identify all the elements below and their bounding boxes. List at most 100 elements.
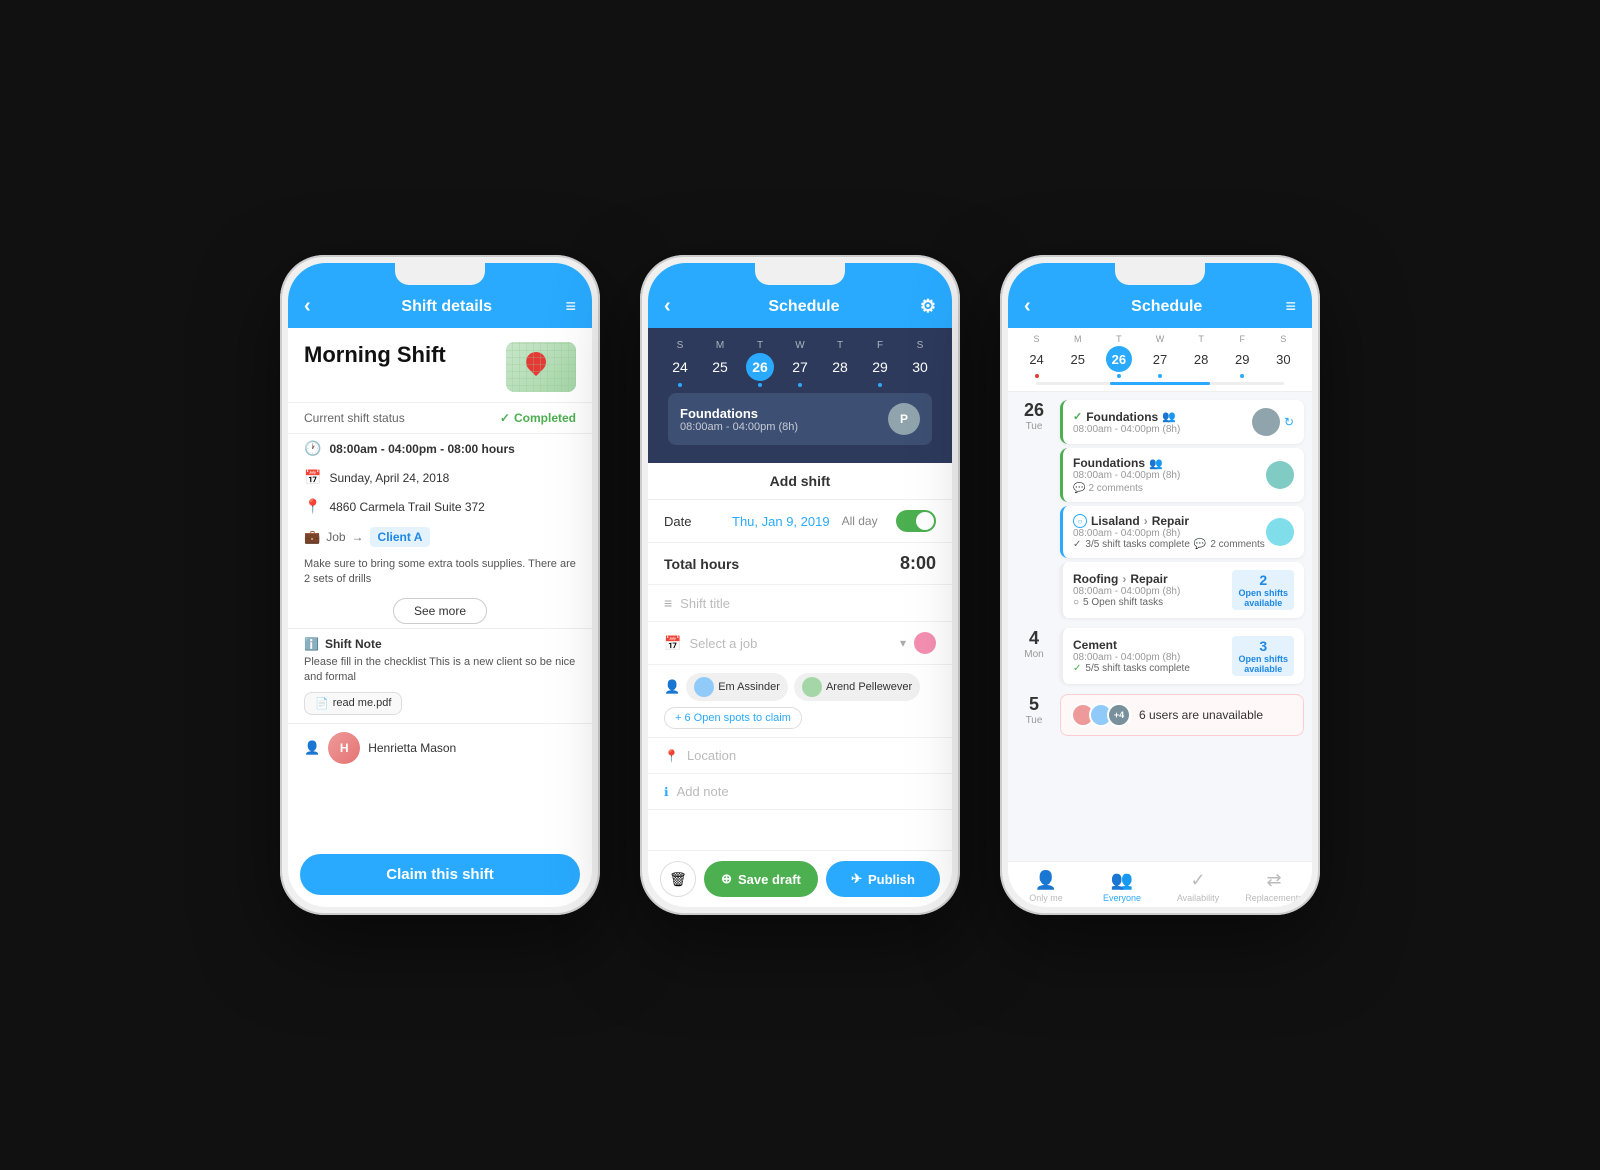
cal-day-5: F 29	[866, 340, 894, 387]
shift-time-roofing: 08:00am - 04:00pm (8h)	[1073, 586, 1232, 597]
dot-f	[1240, 374, 1244, 378]
info-circle-icon: ℹ️	[304, 637, 319, 651]
shift-time-1: 08:00am - 04:00pm (8h)	[1073, 424, 1252, 435]
shift-card-foundations-1[interactable]: ✓ Foundations 👥 08:00am - 04:00pm (8h) ↻	[1060, 400, 1304, 444]
comment-icon-2: 💬	[1194, 539, 1206, 550]
form-header: Add shift	[648, 463, 952, 500]
unavail-text: 6 users are unavailable	[1139, 708, 1263, 722]
open-shifts-badge-cement: 3 Open shiftsavailable	[1232, 636, 1294, 676]
shift-avatar-1	[1252, 408, 1280, 436]
job-client-tag[interactable]: Client A	[370, 527, 431, 547]
refresh-icon[interactable]: ↻	[1284, 415, 1294, 429]
menu-button-shift[interactable]: ≡	[565, 296, 576, 317]
claim-shift-button[interactable]: Claim this shift	[300, 854, 580, 895]
dot-2	[758, 383, 762, 387]
briefcase-icon: 💼	[304, 529, 320, 545]
sched-day-f: F 29	[1229, 334, 1255, 378]
sched-day-m: M 25	[1065, 334, 1091, 378]
date-group-4: 4 Mon Cement 08:00am - 04:00pm (8h) ✓ 5/…	[1016, 628, 1304, 684]
date-row[interactable]: Date Thu, Jan 9, 2019 All day	[648, 500, 952, 543]
time-info-row: 🕐 08:00am - 04:00pm - 08:00 hours	[288, 434, 592, 463]
back-button[interactable]: ‹	[304, 295, 328, 318]
scroll-indicator	[1036, 382, 1284, 385]
shift-card-cement[interactable]: Cement 08:00am - 04:00pm (8h) ✓ 5/5 shif…	[1060, 628, 1304, 684]
assignee-avatar-2	[802, 677, 822, 697]
unavailable-card: +4 6 users are unavailable	[1060, 694, 1304, 736]
status-label: Current shift status	[304, 411, 405, 425]
back-button-3[interactable]: ‹	[1024, 295, 1048, 318]
address-info-row: 📍 4860 Carmela Trail Suite 372	[288, 492, 592, 521]
assignee-chip-2[interactable]: Arend Pellewever	[794, 673, 920, 701]
note-row[interactable]: ℹ Add note	[648, 774, 952, 810]
time-info: 08:00am - 04:00pm - 08:00 hours	[329, 442, 514, 456]
shift-title: Morning Shift	[304, 342, 446, 368]
only-me-label: Only me	[1029, 893, 1063, 903]
gear-button[interactable]: ⚙	[920, 296, 936, 317]
sched-day-t2: T 28	[1188, 334, 1214, 378]
location-row[interactable]: 📍 Location	[648, 738, 952, 774]
nav-availability[interactable]: ✓ Availability	[1160, 870, 1236, 903]
circle-icon: ○	[1073, 514, 1087, 528]
comment-icon: 💬	[1073, 483, 1085, 494]
date-group-5: 5 Tue +4 6 users are unavailable	[1016, 694, 1304, 736]
map-thumbnail[interactable]	[506, 342, 576, 392]
cal-day-3: W 27	[786, 340, 814, 387]
shift-title-row[interactable]: ≡ Shift title	[648, 585, 952, 622]
see-more-button[interactable]: See more	[393, 598, 487, 624]
attachment-button[interactable]: 📄 read me.pdf	[304, 692, 402, 715]
total-label: Total hours	[664, 556, 739, 572]
schedule-content: S 24 M 25 T 26	[1008, 328, 1312, 907]
assignee-chip-1[interactable]: Em Assinder	[686, 673, 788, 701]
task-icon-2: ○	[1073, 597, 1079, 608]
shift-meta-cement: ✓ 5/5 shift tasks complete	[1073, 663, 1232, 674]
shift-card-foundations-2[interactable]: Foundations 👥 08:00am - 04:00pm (8h) 💬 2…	[1060, 448, 1304, 502]
calendar-days-row: S 24 M 25 T 26 W 27	[660, 340, 940, 387]
dot-3	[798, 383, 802, 387]
shift-card-roofing[interactable]: Roofing › Repair 08:00am - 04:00pm (8h) …	[1060, 562, 1304, 618]
shift-avatar-lisaland	[1266, 518, 1294, 546]
back-button-2[interactable]: ‹	[664, 295, 688, 318]
job-select-row[interactable]: 📅 Select a job ▾	[648, 622, 952, 665]
color-dot	[914, 632, 936, 654]
save-draft-button[interactable]: ⊕ Save draft	[704, 861, 818, 897]
calendar-icon: 📅	[304, 469, 321, 486]
menu-button-3[interactable]: ≡	[1285, 296, 1296, 317]
open-shifts-badge-roofing: 2 Open shiftsavailable	[1232, 570, 1294, 610]
allday-toggle[interactable]	[896, 510, 936, 532]
nav-everyone[interactable]: 👥 Everyone	[1084, 870, 1160, 903]
assignees-input-row: 👤 Em Assinder Arend Pellewever + 6 Open …	[648, 665, 952, 738]
nav-replacements[interactable]: ⇄ Replacements	[1236, 870, 1312, 903]
form-actions: 🗑 ⊕ Save draft ✈ Publish	[648, 850, 952, 907]
delete-button[interactable]: 🗑	[660, 861, 696, 897]
add-shift-form: Add shift Date Thu, Jan 9, 2019 All day …	[648, 463, 952, 907]
allday-label: All day	[842, 514, 878, 528]
open-spots-button[interactable]: + 6 Open spots to claim	[664, 707, 802, 729]
subtitle-repair-2: Repair	[1130, 572, 1167, 586]
location-icon: 📍	[304, 498, 321, 515]
shift-avatar-2	[1266, 461, 1294, 489]
sched-day-t-sel: T 26	[1106, 334, 1132, 378]
phone-schedule: ‹ Schedule ≡ S 24 M 25	[1000, 255, 1320, 915]
shift-card-lisaland[interactable]: ○ Lisaland › Repair 08:00am - 04:00pm (8…	[1060, 506, 1304, 558]
shift-info-lisaland: ○ Lisaland › Repair 08:00am - 04:00pm (8…	[1073, 514, 1266, 550]
dot-red	[1035, 374, 1039, 378]
publish-button[interactable]: ✈ Publish	[826, 861, 940, 897]
chevron-down-icon: ▾	[900, 636, 906, 650]
file-icon: 📄	[315, 697, 329, 710]
date-info: Sunday, April 24, 2018	[329, 471, 449, 485]
shift-note-body: Please fill in the checklist This is a n…	[304, 655, 576, 686]
date-label-26: 26 Tue	[1016, 400, 1052, 432]
prev-shift-avatar: P	[888, 403, 920, 435]
shift-title-placeholder: Shift title	[680, 596, 730, 611]
phone-add-shift: ‹ Schedule ⚙ S 24 M 25 T	[640, 255, 960, 915]
nav-only-me[interactable]: 👤 Only me	[1008, 870, 1084, 903]
date-label-5: 5 Tue	[1016, 694, 1052, 726]
location-placeholder: Location	[687, 748, 736, 763]
comments-row-1: 💬 2 comments	[1073, 483, 1266, 494]
shift-time-2: 08:00am - 04:00pm (8h)	[1073, 470, 1266, 481]
schedule-calendar: S 24 M 25 T 26	[1008, 328, 1312, 392]
send-icon: ✈	[851, 871, 862, 887]
date-group-26: 26 Tue ✓ Foundations 👥	[1016, 400, 1304, 618]
dot-0	[678, 383, 682, 387]
date-label-4: 4 Mon	[1016, 628, 1052, 660]
